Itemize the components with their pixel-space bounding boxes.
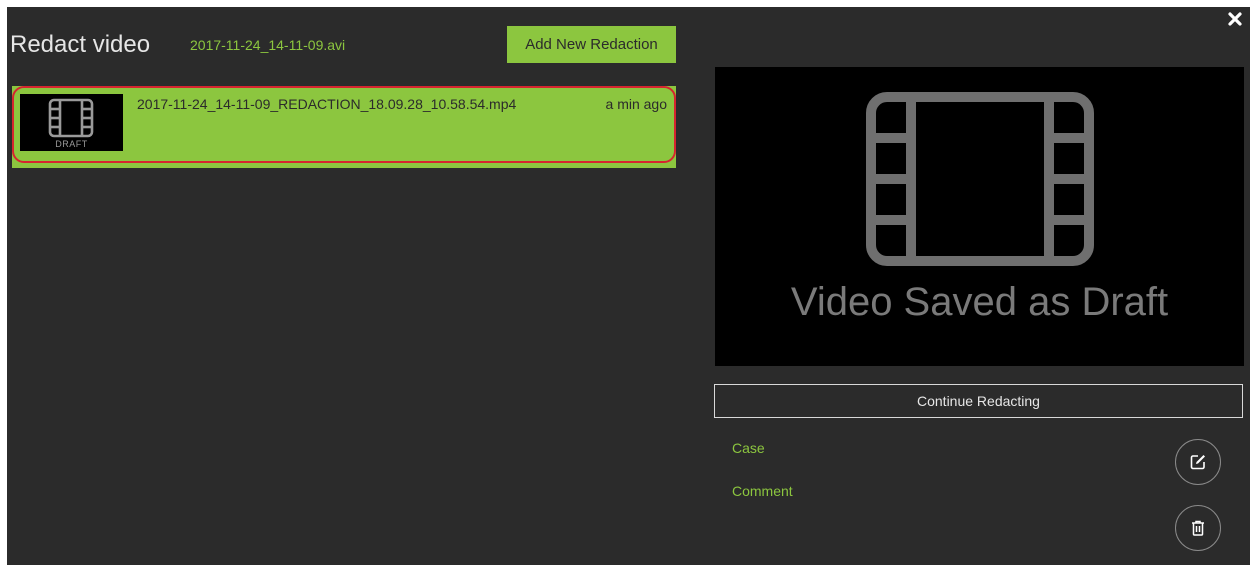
trash-icon <box>1192 520 1204 536</box>
close-button[interactable] <box>1226 10 1244 28</box>
case-label: Case <box>732 440 765 456</box>
edit-icon <box>1190 455 1205 470</box>
video-preview: Video Saved as Draft <box>715 67 1244 366</box>
redaction-thumbnail: DRAFT <box>20 94 123 151</box>
film-icon <box>48 98 94 138</box>
close-icon <box>1228 12 1242 26</box>
preview-status-text: Video Saved as Draft <box>790 280 1169 324</box>
redaction-timestamp: a min ago <box>605 96 667 112</box>
delete-button[interactable] <box>1175 505 1221 551</box>
add-new-redaction-button[interactable]: Add New Redaction <box>507 26 676 63</box>
edit-button[interactable] <box>1175 439 1221 485</box>
film-icon <box>866 92 1094 266</box>
continue-redacting-button[interactable]: Continue Redacting <box>714 384 1243 418</box>
redact-video-dialog: Redact video 2017-11-24_14-11-09.avi Add… <box>7 7 1250 565</box>
page-title: Redact video <box>10 31 151 58</box>
redaction-list-item[interactable]: DRAFT 2017-11-24_14-11-09_REDACTION_18.0… <box>12 86 676 168</box>
source-file-name: 2017-11-24_14-11-09.avi <box>190 37 346 53</box>
draft-badge: DRAFT <box>55 139 88 149</box>
redaction-file-name: 2017-11-24_14-11-09_REDACTION_18.09.28_1… <box>137 96 517 112</box>
comment-label: Comment <box>732 483 793 499</box>
